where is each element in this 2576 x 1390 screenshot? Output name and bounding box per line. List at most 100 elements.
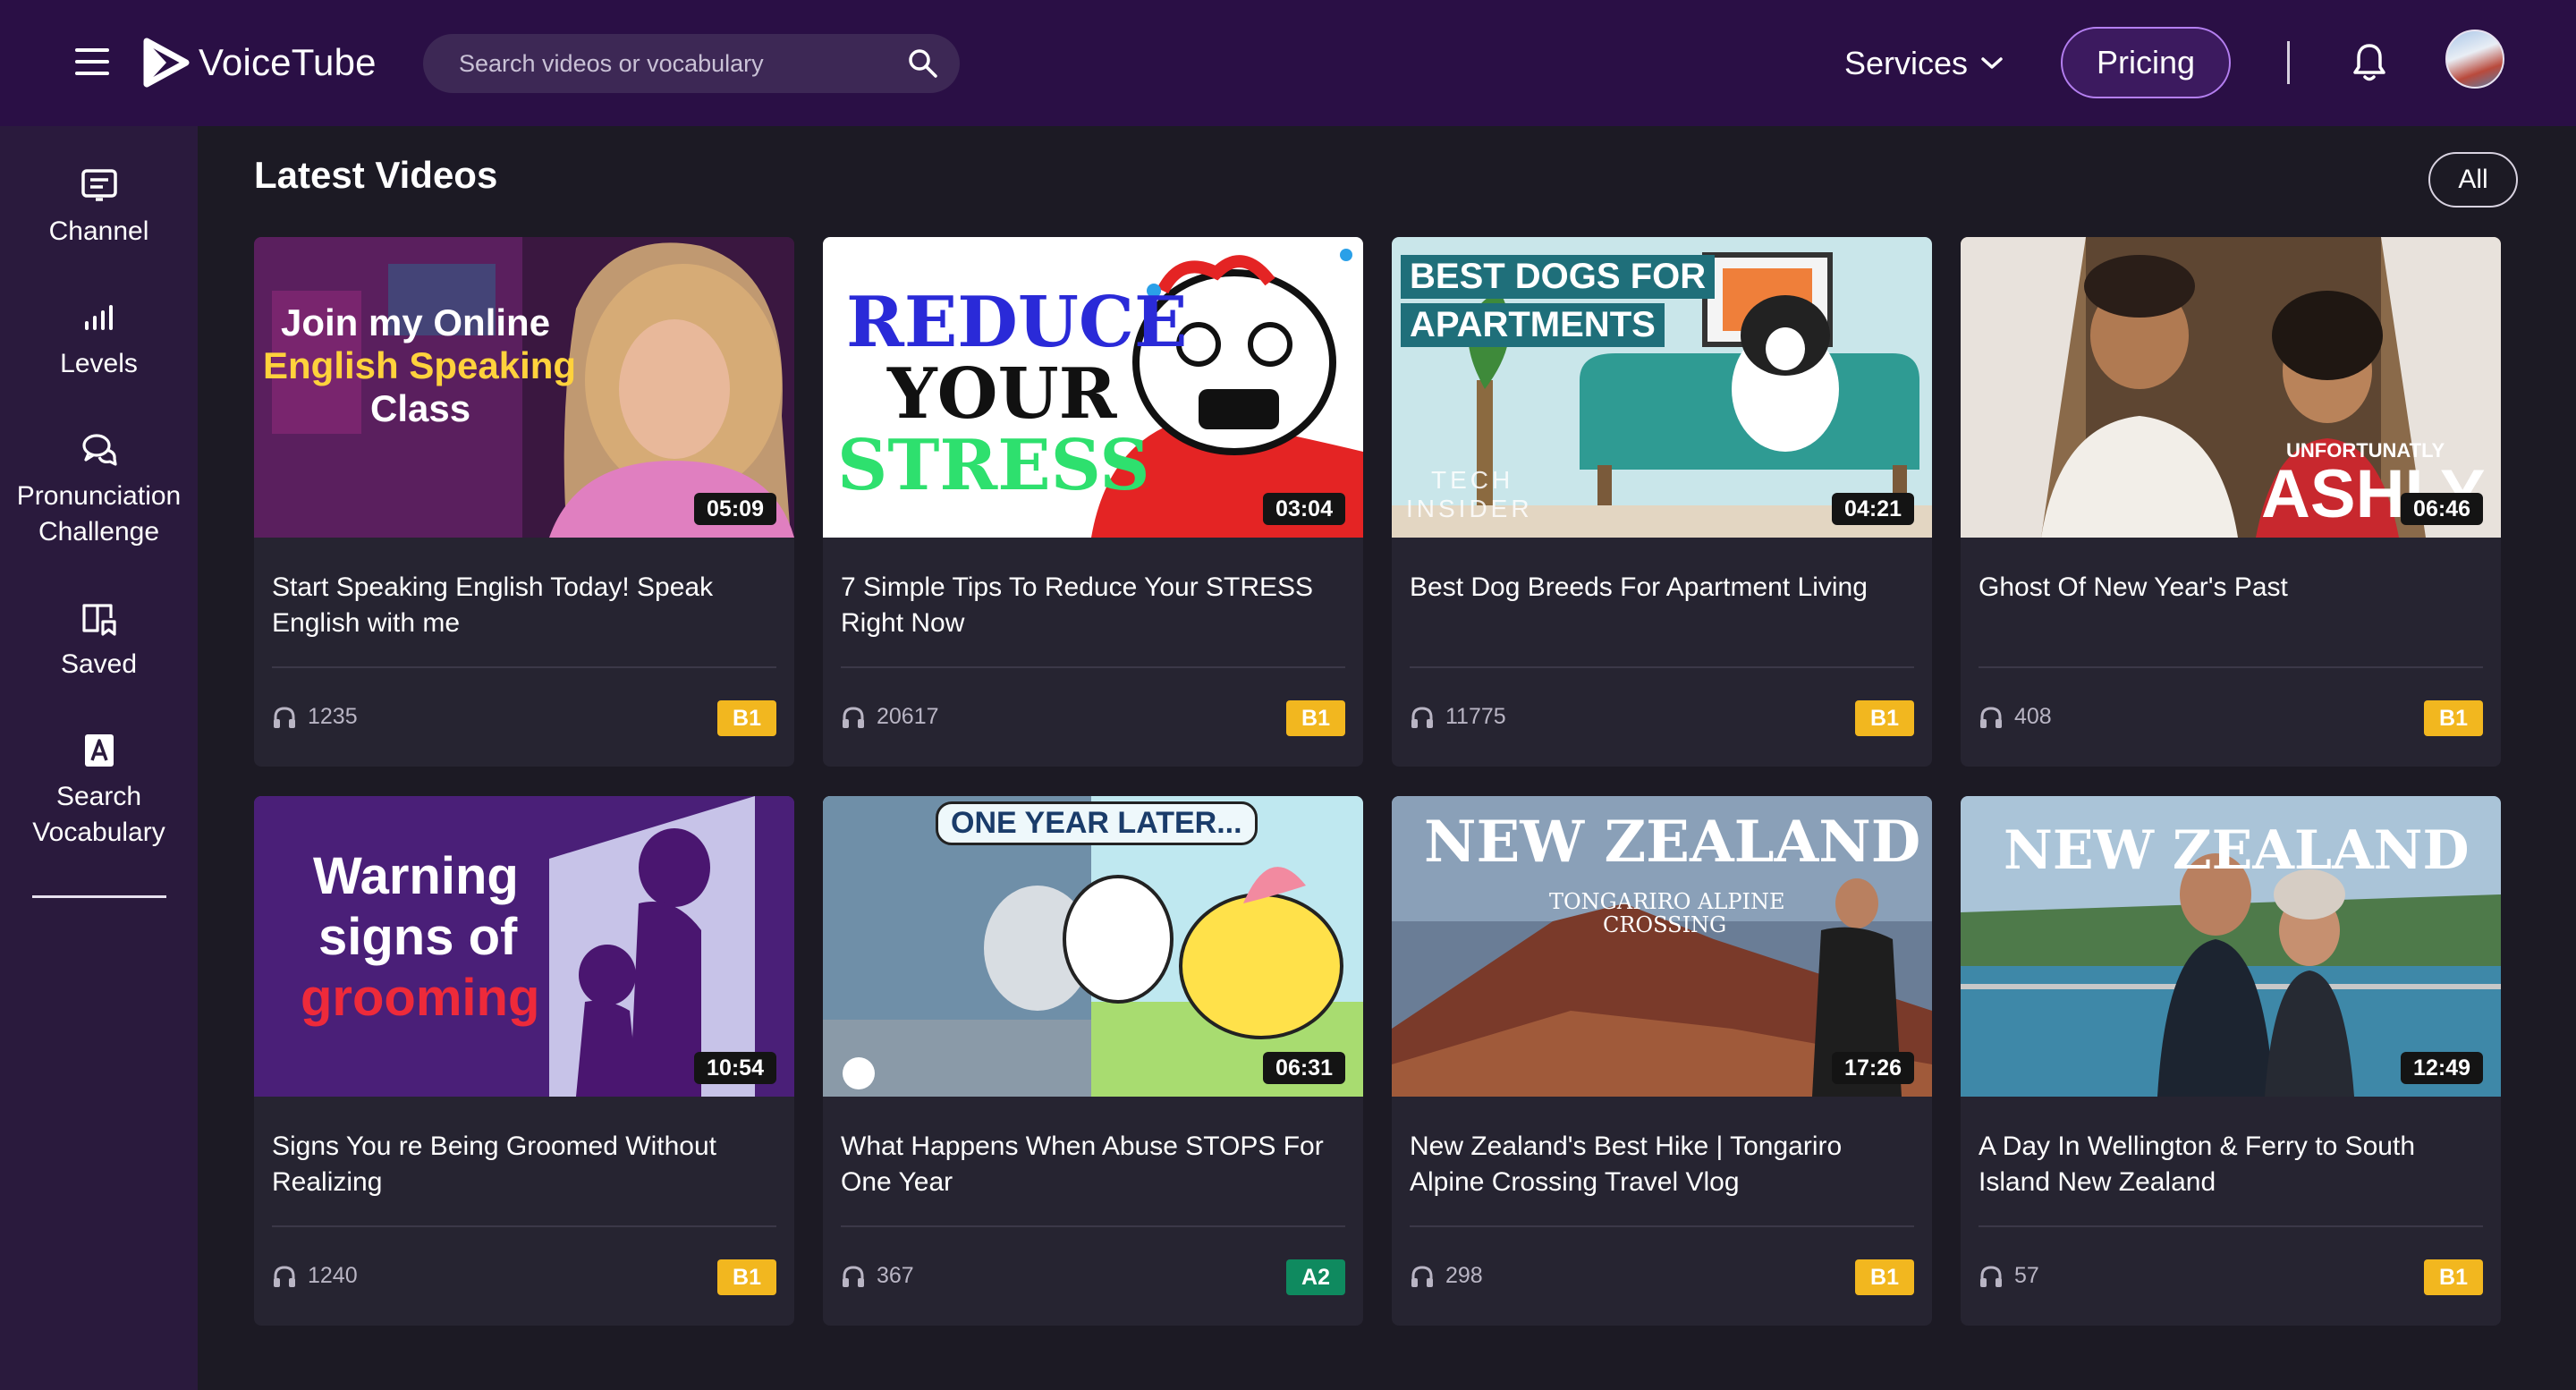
level-badge: B1 — [2424, 1259, 2483, 1295]
sidebar-item-saved[interactable]: Saved — [0, 598, 198, 682]
sidebar-item-levels[interactable]: Levels — [0, 298, 198, 382]
video-title[interactable]: Start Speaking English Today! Speak Engl… — [272, 570, 773, 641]
thumbnail-caption: CROSSING — [1603, 912, 1727, 937]
video-duration: 06:31 — [1263, 1052, 1345, 1084]
video-title[interactable]: 7 Simple Tips To Reduce Your STRESS Righ… — [841, 570, 1342, 641]
chevron-down-icon — [1981, 57, 2003, 69]
video-duration: 06:46 — [2401, 493, 2483, 525]
view-count-value: 11775 — [1445, 704, 1506, 729]
section-title: Latest Videos — [254, 154, 498, 196]
menu-icon[interactable] — [75, 48, 109, 77]
sidebar: Channel Levels Pronunciation Challenge S… — [0, 126, 198, 1390]
video-title-line: A Day In Wellington & Ferry to South — [1979, 1131, 2416, 1161]
search-input[interactable] — [459, 34, 888, 93]
thumbnail-caption: Warning — [313, 847, 519, 905]
thumbnail-caption: grooming — [301, 969, 540, 1027]
video-title-line: Right Now — [841, 608, 965, 638]
video-title-line: Island New Zealand — [1979, 1167, 2216, 1197]
video-thumbnail[interactable]: NEW ZEALAND 12:49 — [1961, 796, 2501, 1097]
video-title-line: 7 Simple Tips To Reduce Your STRESS — [841, 572, 1314, 602]
all-button[interactable]: All — [2428, 152, 2518, 208]
video-duration: 12:49 — [2401, 1052, 2483, 1084]
video-thumbnail[interactable]: Warning signs of grooming 10:54 — [254, 796, 794, 1097]
video-title[interactable]: Ghost Of New Year's Past — [1979, 570, 2479, 606]
video-title[interactable]: A Day In Wellington & Ferry to South Isl… — [1979, 1129, 2479, 1200]
level-badge: B1 — [1855, 1259, 1914, 1295]
thumbnail-caption: signs of — [318, 908, 518, 966]
video-title[interactable]: New Zealand's Best Hike | Tongariro Alpi… — [1410, 1129, 1911, 1200]
header-divider — [2287, 41, 2290, 84]
card-divider — [272, 1225, 776, 1227]
level-badge: B1 — [717, 700, 776, 736]
card-divider — [841, 666, 1345, 668]
headphones-icon — [274, 706, 295, 728]
search-icon[interactable] — [906, 47, 940, 81]
thumbnail-caption: Join my Online — [281, 301, 551, 343]
logo[interactable]: VoiceTube — [143, 34, 377, 91]
headphones-icon — [1411, 1265, 1433, 1287]
level-badge: B1 — [1286, 700, 1345, 736]
services-label: Services — [1844, 45, 1969, 81]
video-thumbnail[interactable]: NEW ZEALAND TONGARIRO ALPINE CROSSING 17… — [1392, 796, 1932, 1097]
video-title-line: Signs You re Being Groomed Without — [272, 1131, 716, 1161]
video-title[interactable]: Best Dog Breeds For Apartment Living — [1410, 570, 1911, 606]
avatar[interactable] — [2445, 30, 2504, 89]
video-title[interactable]: Signs You re Being Groomed Without Reali… — [272, 1129, 773, 1200]
video-title-line: Ghost Of New Year's Past — [1979, 572, 2288, 602]
thumbnail-caption: TECH — [1431, 466, 1514, 494]
bell-icon[interactable] — [2351, 41, 2388, 84]
video-duration: 03:04 — [1263, 493, 1345, 525]
view-count-value: 1240 — [308, 1263, 358, 1288]
view-count-value: 57 — [2014, 1263, 2039, 1288]
video-duration: 04:21 — [1832, 493, 1914, 525]
sidebar-item-label: Search — [55, 782, 142, 811]
card-divider — [1410, 666, 1914, 668]
view-count-value: 20617 — [877, 704, 939, 729]
services-dropdown[interactable]: Services — [1844, 41, 2004, 86]
level-badge: A2 — [1286, 1259, 1345, 1295]
pricing-button[interactable]: Pricing — [2061, 27, 2231, 98]
view-count: 1235 — [272, 704, 358, 730]
video-thumbnail[interactable]: UNFORTUNATLY ASHLY 06:46 — [1961, 237, 2501, 538]
video-title-line: Best Dog Breeds For Apartment Living — [1410, 572, 1868, 602]
thumbnail-caption: Class — [370, 387, 471, 429]
view-count: 298 — [1410, 1263, 1483, 1289]
video-card[interactable]: Warning signs of grooming 10:54 Signs Yo… — [254, 796, 794, 1326]
video-title[interactable]: What Happens When Abuse STOPS For One Ye… — [841, 1129, 1342, 1200]
video-duration: 05:09 — [694, 493, 776, 525]
voicetube-logo-icon — [143, 38, 190, 88]
sidebar-item-pronunciation-challenge[interactable]: Pronunciation Challenge — [0, 430, 198, 550]
video-card[interactable]: NEW ZEALAND TONGARIRO ALPINE CROSSING 17… — [1392, 796, 1932, 1326]
video-title-line: What Happens When Abuse STOPS For — [841, 1131, 1324, 1161]
headphones-icon — [1980, 706, 2002, 728]
video-card[interactable]: Join my Online English Speaking Class 05… — [254, 237, 794, 767]
sidebar-item-label: Challenge — [38, 517, 160, 547]
video-card[interactable]: BEST DOGS FOR APARTMENTS TECH INSIDER 04… — [1392, 237, 1932, 767]
thumbnail-caption: TONGARIRO ALPINE — [1549, 889, 1785, 914]
video-card[interactable]: ONE YEAR LATER... 06:31 What Happens Whe… — [823, 796, 1363, 1326]
thumbnail-caption: NEW ZEALAND — [2004, 819, 2470, 882]
video-thumbnail[interactable]: Join my Online English Speaking Class 05… — [254, 237, 794, 538]
thumbnail-caption: STRESS — [837, 425, 1150, 506]
video-thumbnail[interactable]: REDUCE YOUR STRESS 03:04 — [823, 237, 1363, 538]
card-divider — [1979, 1225, 2483, 1227]
video-card[interactable]: NEW ZEALAND 12:49 A Day In Wellington & … — [1961, 796, 2501, 1326]
video-card[interactable]: REDUCE YOUR STRESS 03:04 7 Simple Tips T… — [823, 237, 1363, 767]
headphones-icon — [843, 1265, 864, 1287]
video-thumbnail[interactable]: ONE YEAR LATER... 06:31 — [823, 796, 1363, 1097]
sidebar-item-search-vocabulary[interactable]: Search Vocabulary — [0, 731, 198, 851]
channel-icon — [80, 169, 117, 201]
sidebar-item-channel[interactable]: Channel — [0, 165, 198, 250]
video-thumbnail[interactable]: BEST DOGS FOR APARTMENTS TECH INSIDER 04… — [1392, 237, 1932, 538]
search-bar — [423, 34, 960, 93]
bookmark-icon — [81, 604, 116, 636]
view-count: 367 — [841, 1263, 914, 1289]
video-card[interactable]: UNFORTUNATLY ASHLY 06:46 Ghost Of New Ye… — [1961, 237, 2501, 767]
thumbnail-caption: BEST DOGS FOR — [1401, 255, 1716, 299]
headphones-icon — [1980, 1265, 2002, 1287]
view-count-value: 298 — [1445, 1263, 1483, 1288]
thumbnail-caption: English Speaking — [263, 344, 577, 386]
card-divider — [1410, 1225, 1914, 1227]
logo-text: VoiceTube — [199, 41, 377, 83]
video-title-line: Realizing — [272, 1167, 383, 1197]
